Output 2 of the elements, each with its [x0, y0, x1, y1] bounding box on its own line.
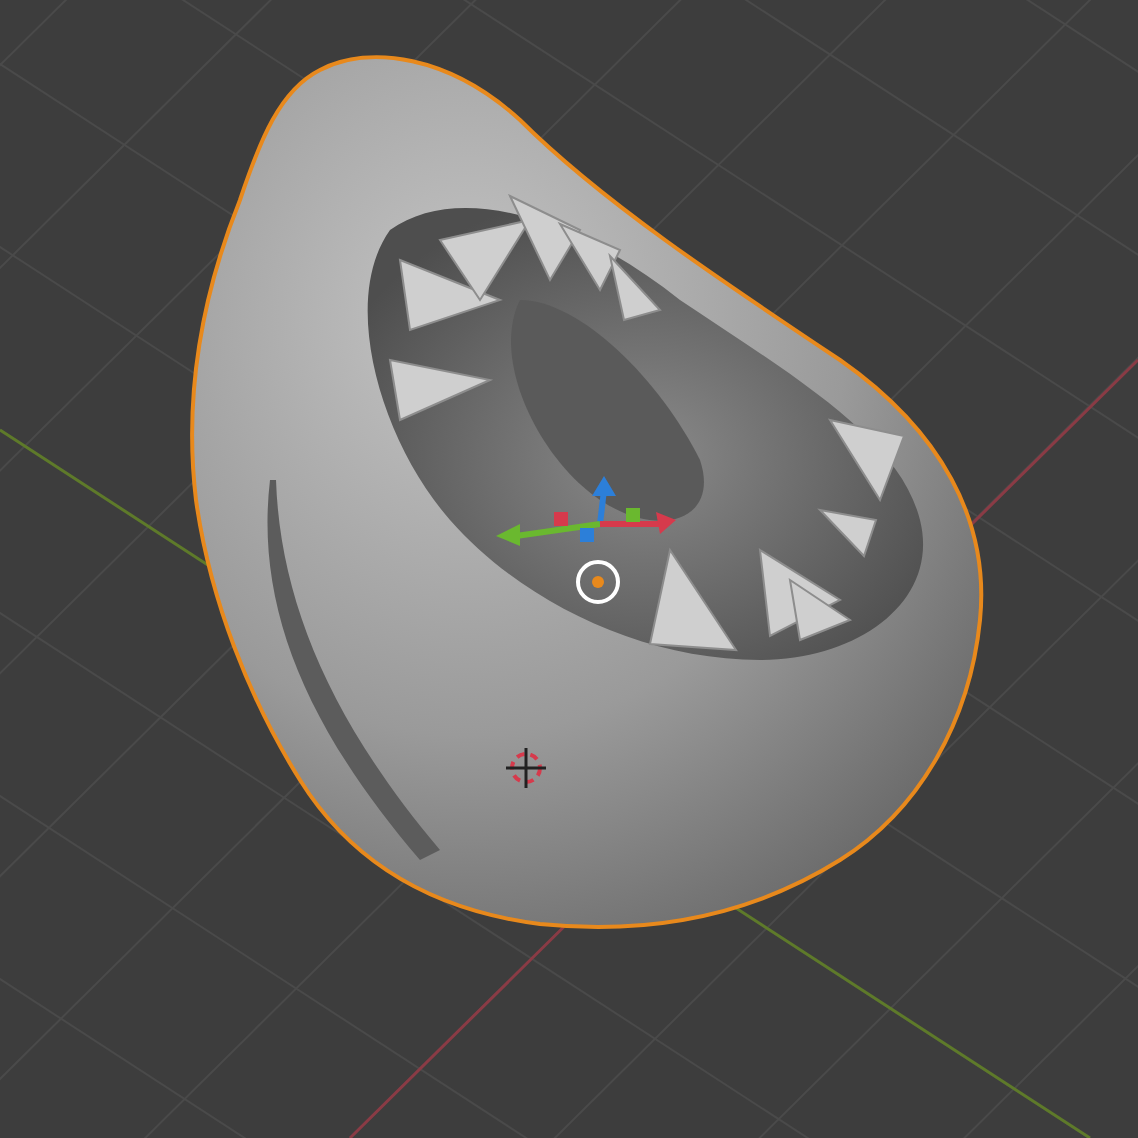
transform-gizmo-drawing[interactable] [496, 476, 676, 604]
crosshair-icon [506, 748, 546, 788]
